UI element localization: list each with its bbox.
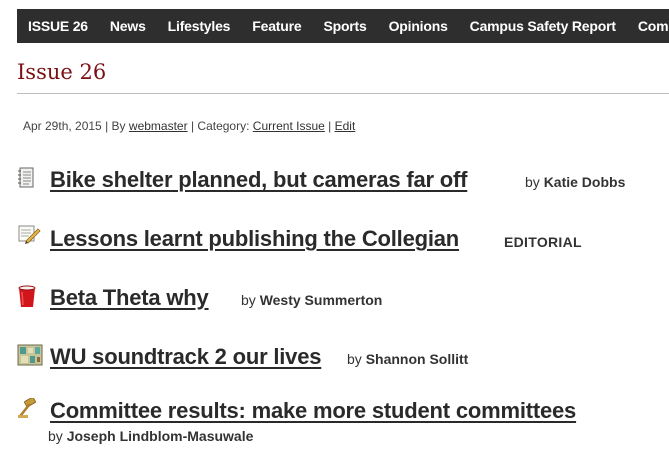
edit-link[interactable]: Edit	[335, 119, 356, 133]
nav-item-comics[interactable]: Comics	[627, 9, 669, 43]
article-title-link[interactable]: Committee results: make more student com…	[50, 398, 576, 424]
red-cup-icon	[17, 285, 39, 307]
category-label: Category:	[197, 119, 250, 133]
article-byline: by Westy Summerton	[241, 292, 382, 308]
document-icon	[17, 167, 39, 189]
nav-item-issue-26[interactable]: ISSUE 26	[17, 9, 99, 43]
pencil-paper-icon	[17, 223, 41, 245]
nav-item-lifestyles[interactable]: Lifestyles	[157, 9, 242, 43]
article-byline: by Joseph Lindblom-Masuwale	[48, 428, 253, 444]
nav-item-sports[interactable]: Sports	[312, 9, 377, 43]
byline-prefix: by	[525, 174, 540, 190]
map-icon	[17, 344, 43, 366]
byline-author: Katie Dobbs	[543, 174, 626, 190]
article-title-link[interactable]: Beta Theta why	[50, 285, 209, 311]
post-meta: Apr 29th, 2015 | By webmaster | Category…	[23, 119, 355, 133]
article-byline: by Shannon Sollitt	[347, 351, 468, 367]
article-title-link[interactable]: Lessons learnt publishing the Collegian	[50, 226, 459, 252]
byline-author: Joseph Lindblom-Masuwale	[66, 428, 254, 444]
main-navigation: ISSUE 26 News Lifestyles Feature Sports …	[17, 9, 669, 43]
editorial-label: EDITORIAL	[504, 234, 582, 250]
by-label: By	[111, 119, 126, 133]
author-link[interactable]: webmaster	[129, 119, 188, 133]
gavel-icon	[17, 396, 39, 420]
nav-item-campus-safety-report[interactable]: Campus Safety Report	[459, 9, 627, 43]
meta-separator: |	[190, 119, 195, 133]
page-title: Issue 26	[17, 60, 107, 84]
nav-item-news[interactable]: News	[99, 9, 157, 43]
byline-author: Shannon Sollitt	[365, 351, 469, 367]
post-date: Apr 29th, 2015	[23, 119, 102, 133]
byline-prefix: by	[48, 428, 63, 444]
nav-item-opinions[interactable]: Opinions	[378, 9, 459, 43]
article-title-link[interactable]: Bike shelter planned, but cameras far of…	[50, 167, 467, 193]
title-divider	[17, 93, 669, 94]
meta-separator: |	[328, 119, 332, 133]
meta-separator: |	[105, 119, 109, 133]
byline-author: Westy Summerton	[259, 292, 383, 308]
category-link[interactable]: Current Issue	[253, 119, 325, 133]
nav-item-feature[interactable]: Feature	[241, 9, 312, 43]
byline-prefix: by	[241, 292, 256, 308]
article-title-link[interactable]: WU soundtrack 2 our lives	[50, 344, 321, 370]
byline-prefix: by	[347, 351, 362, 367]
article-byline: by Katie Dobbs	[525, 174, 625, 190]
